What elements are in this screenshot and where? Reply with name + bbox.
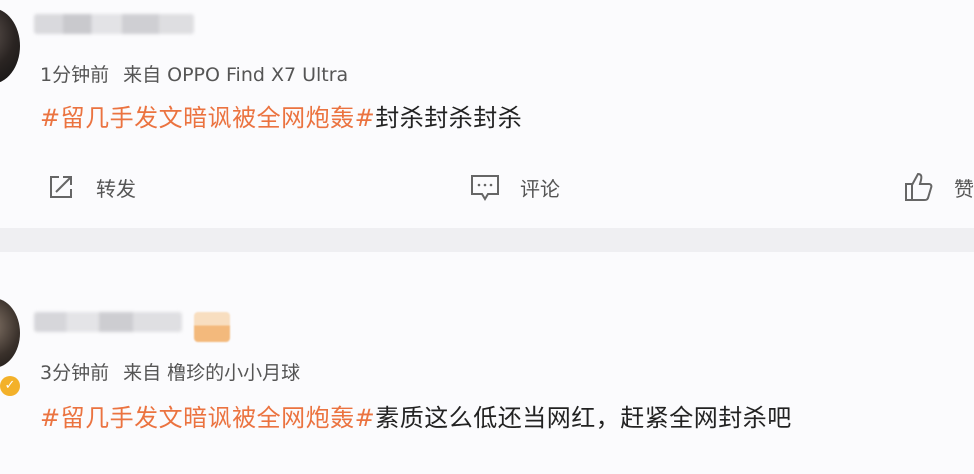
avatar[interactable] [0, 298, 20, 368]
post-card-1: 1分钟前 来自 OPPO Find X7 Ultra #留几手发文暗讽被全网炮轰#… [0, 0, 974, 228]
post-source: 来自 橹珍的小小月球 [123, 362, 301, 384]
post-text: 素质这么低还当网红，赶紧全网封杀吧 [375, 404, 792, 432]
member-badge-blurred [194, 312, 230, 342]
post-time[interactable]: 3分钟前 [40, 362, 109, 384]
like-label: 赞 [954, 176, 974, 201]
feed-divider [0, 228, 974, 252]
post-source: 来自 OPPO Find X7 Ultra [123, 64, 349, 86]
repost-label: 转发 [96, 176, 136, 201]
post-text: 封杀封杀封杀 [375, 104, 523, 132]
comment-icon [468, 170, 502, 204]
username-blurred[interactable] [34, 14, 194, 34]
post-content: #留几手发文暗讽被全网炮轰#封杀封杀封杀 [40, 98, 522, 133]
post-card-2: 3分钟前 来自 橹珍的小小月球 #留几手发文暗讽被全网炮轰#素质这么低还当网红，赶… [0, 252, 974, 474]
like-button[interactable]: 赞 [902, 170, 974, 204]
hashtag-link[interactable]: #留几手发文暗讽被全网炮轰# [40, 104, 375, 132]
hashtag-link[interactable]: #留几手发文暗讽被全网炮轰# [40, 404, 375, 432]
comment-button[interactable]: 评论 [468, 170, 560, 204]
post-actions: 转发 评论 赞 [0, 168, 974, 208]
vip-badge-icon: ✓ [0, 376, 20, 396]
post-content: #留几手发文暗讽被全网炮轰#素质这么低还当网红，赶紧全网封杀吧 [40, 398, 792, 433]
comment-label: 评论 [520, 176, 560, 201]
repost-icon [44, 170, 78, 204]
post-meta: 1分钟前 来自 OPPO Find X7 Ultra [40, 60, 348, 87]
like-icon [902, 170, 936, 204]
post-time[interactable]: 1分钟前 [40, 64, 109, 86]
username-blurred[interactable] [34, 312, 182, 332]
repost-button[interactable]: 转发 [44, 170, 136, 204]
post-meta: 3分钟前 来自 橹珍的小小月球 [40, 358, 300, 385]
avatar[interactable] [0, 8, 20, 84]
